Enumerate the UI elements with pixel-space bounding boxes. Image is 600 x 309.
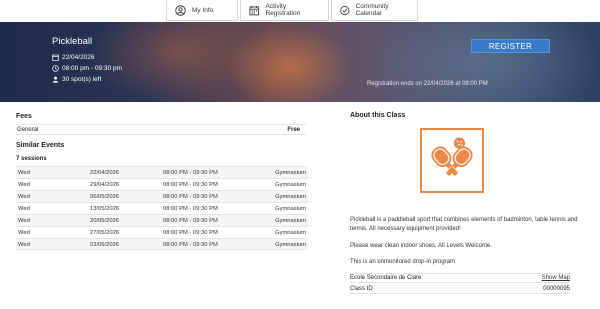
person-icon xyxy=(52,76,59,83)
fee-price: Free xyxy=(287,126,300,133)
table-row: Wed 13/05/2026 08:00 PM - 09:30 PM Gymna… xyxy=(16,202,308,214)
session-date: 06/05/2026 xyxy=(90,193,120,200)
about-heading: About this Class xyxy=(350,112,406,119)
location-name: Ecole Secondaire de Clare xyxy=(350,275,422,281)
session-time: 08:00 PM - 09:30 PM xyxy=(163,181,218,188)
class-id-value: 00000095 xyxy=(543,285,570,292)
session-day: Wed xyxy=(18,229,30,236)
session-day: Wed xyxy=(18,217,30,224)
event-title: Pickleball xyxy=(52,36,93,47)
session-time: 08:00 PM - 09:30 PM xyxy=(163,229,218,236)
session-day: Wed xyxy=(18,205,30,212)
session-date: 27/05/2026 xyxy=(90,229,120,236)
session-day: Wed xyxy=(18,193,30,200)
session-date: 22/04/2026 xyxy=(90,169,120,176)
activity-registration-button[interactable]: Activity Registration xyxy=(240,0,329,21)
class-description: Pickleball is a paddleball sport that co… xyxy=(350,217,578,232)
sessions-count: 7 sessions xyxy=(16,156,47,162)
class-id-label: Class ID xyxy=(350,285,373,292)
my-info-label: My Info xyxy=(192,6,214,14)
event-date-text: 22/04/2026 xyxy=(62,54,95,61)
show-map-link[interactable]: Show Map xyxy=(542,275,570,281)
event-time: 08:00 pm - 09:30 pm xyxy=(52,65,122,72)
session-room: Gymnasium xyxy=(275,241,306,248)
class-dropin-note: This is an unmonitored drop-in program xyxy=(350,259,456,265)
session-time: 08:00 PM - 09:30 PM xyxy=(163,193,218,200)
registration-deadline: Registration ends on 22/04/2026 at 08:00… xyxy=(367,81,488,87)
similar-events-heading: Similar Events xyxy=(16,142,65,149)
session-room: Gymnasium xyxy=(275,229,306,236)
session-time: 08:00 PM - 09:30 PM xyxy=(163,241,218,248)
table-row: Wed 29/04/2026 08:00 PM - 09:30 PM Gymna… xyxy=(16,178,308,190)
top-navigation: My Info Activity Registration Community … xyxy=(0,0,600,22)
session-date: 20/05/2026 xyxy=(90,217,120,224)
table-row: Wed 27/05/2026 08:00 PM - 09:30 PM Gymna… xyxy=(16,226,308,238)
table-row: Wed 06/05/2026 08:00 PM - 09:30 PM Gymna… xyxy=(16,190,308,202)
location-row: Ecole Secondaire de Clare Show Map xyxy=(350,273,570,283)
session-date: 29/04/2026 xyxy=(90,181,120,188)
event-date: 22/04/2026 xyxy=(52,54,95,61)
clock-icon xyxy=(52,65,59,72)
session-day: Wed xyxy=(18,169,30,176)
session-room: Gymnasium xyxy=(275,217,306,224)
community-calendar-label: Community Calendar xyxy=(355,3,389,17)
session-day: Wed xyxy=(18,241,30,248)
session-room: Gymnasium xyxy=(275,169,306,176)
session-time: 08:00 PM - 09:30 PM xyxy=(163,205,218,212)
fee-row: General Free xyxy=(16,124,306,135)
user-circle-icon xyxy=(175,4,186,16)
calendar-grid-icon xyxy=(249,5,260,15)
pickleball-paddles-icon xyxy=(431,137,473,176)
register-button[interactable]: REGISTER xyxy=(471,39,550,53)
community-calendar-button[interactable]: Community Calendar xyxy=(331,0,418,21)
session-date: 03/06/2026 xyxy=(90,241,120,248)
activity-registration-label: Activity Registration xyxy=(265,3,301,17)
event-spots-text: 30 spot(s) left xyxy=(62,76,102,83)
event-spots: 30 spot(s) left xyxy=(52,76,101,83)
fee-label: General xyxy=(17,126,39,133)
fees-heading: Fees xyxy=(16,113,32,120)
sessions-table: Wed 22/04/2026 08:00 PM - 09:30 PM Gymna… xyxy=(16,166,308,250)
event-banner: Pickleball 22/04/2026 08:00 pm - 09:30 p… xyxy=(0,22,600,102)
calendar-icon xyxy=(52,54,59,61)
session-time: 08:00 PM - 09:30 PM xyxy=(163,217,218,224)
session-room: Gymnasium xyxy=(275,181,306,188)
my-info-button[interactable]: My Info xyxy=(166,0,238,21)
session-room: Gymnasium xyxy=(275,205,306,212)
class-logo xyxy=(420,128,484,193)
class-note: Please wear clean indoor shoes. All Leve… xyxy=(350,243,492,249)
session-time: 08:00 PM - 09:30 PM xyxy=(163,169,218,176)
event-time-text: 08:00 pm - 09:30 pm xyxy=(62,65,122,72)
calendar-check-icon xyxy=(340,5,350,15)
session-date: 13/05/2026 xyxy=(90,205,120,212)
table-row: Wed 20/05/2026 08:00 PM - 09:30 PM Gymna… xyxy=(16,214,308,226)
session-room: Gymnasium xyxy=(275,193,306,200)
session-day: Wed xyxy=(18,181,30,188)
class-id-row: Class ID 00000095 xyxy=(350,284,570,294)
table-row: Wed 03/06/2026 08:00 PM - 09:30 PM Gymna… xyxy=(16,238,308,250)
table-row: Wed 22/04/2026 08:00 PM - 09:30 PM Gymna… xyxy=(16,166,308,178)
